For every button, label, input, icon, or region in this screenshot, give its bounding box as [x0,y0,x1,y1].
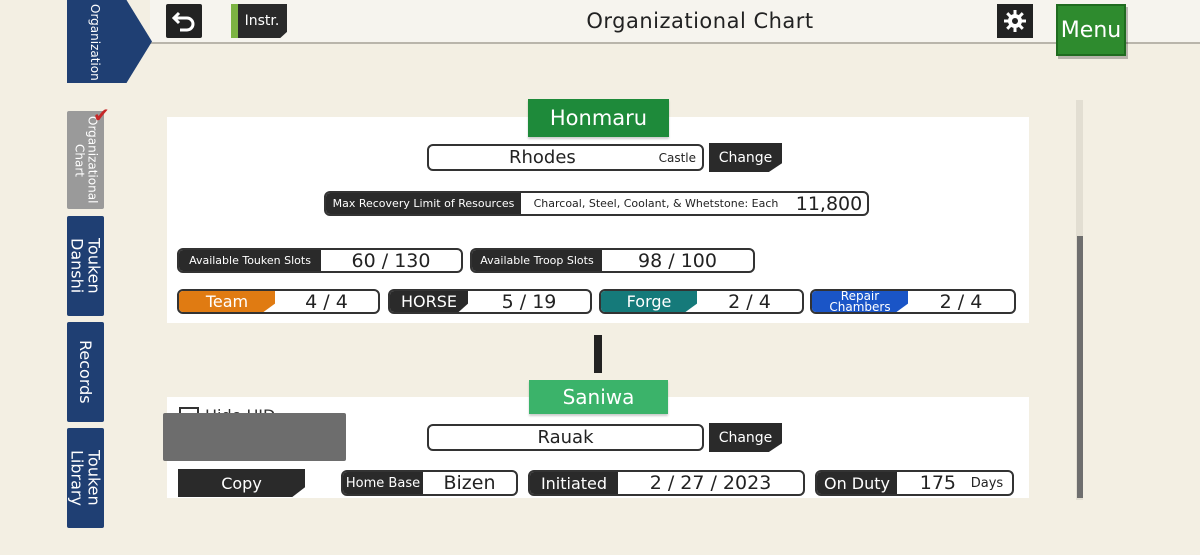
initiated-value: 2 / 27 / 2023 [649,472,772,494]
honmaru-title: Honmaru [528,99,669,137]
settings-button[interactable] [997,4,1033,38]
organization-tab-label: Organization [88,3,102,81]
saniwa-name-field: Rauak [427,424,704,451]
home-base-value: Bizen [443,472,496,494]
forge-label: Forge [601,291,697,312]
on-duty-value: 175 [919,472,956,494]
castle-name-field: Rhodes Castle [427,144,704,171]
castle-suffix: Castle [658,151,696,165]
forge-value: 2 / 4 [728,290,771,313]
saniwa-name: Rauak [537,427,594,448]
on-duty-field: On Duty 175 Days [815,470,1014,496]
instructions-tab-accent [231,4,238,38]
back-button[interactable] [166,4,202,38]
team-label: Team [179,291,275,312]
horse-count-field: HORSE 5 / 19 [388,289,592,314]
team-value: 4 / 4 [305,290,348,313]
saniwa-title: Saniwa [529,380,668,414]
menu-button[interactable]: Menu [1056,4,1126,56]
change-saniwa-button[interactable]: Change [709,423,782,452]
organization-tab[interactable]: Organization [67,0,152,83]
home-base-label: Home Base [343,472,423,494]
home-base-field: Home Base Bizen [341,470,518,496]
repair-label: Repair Chambers [812,291,908,312]
resources-label: Max Recovery Limit of Resources [326,193,521,214]
forge-count-field: Forge 2 / 4 [599,289,804,314]
touken-slots-value: 60 / 130 [351,249,431,272]
resources-limit-field: Max Recovery Limit of Resources Charcoal… [324,191,869,216]
initiated-field: Initiated 2 / 27 / 2023 [528,470,805,496]
checkmark-icon: ✔ [93,103,110,127]
sidebar-item-label: Records [76,340,95,404]
scrollbar-thumb[interactable] [1077,236,1083,498]
touken-slots-field: Available Touken Slots 60 / 130 [177,248,463,273]
team-count-field: Team 4 / 4 [177,289,380,314]
initiated-label: Initiated [530,472,618,494]
sidebar-item-label: Touken Library [67,450,104,506]
horse-value: 5 / 19 [501,290,557,313]
castle-name: Rhodes [509,147,576,168]
sidebar-item-label: Touken Danshi [67,238,104,294]
chart-connector [594,335,602,373]
sidebar-item-records[interactable]: Records [67,322,104,422]
repair-value: 2 / 4 [939,290,983,313]
page-title: Organizational Chart [586,9,814,33]
horse-label: HORSE [390,291,468,312]
sidebar-item-touken-danshi[interactable]: Touken Danshi [67,216,104,316]
instructions-label: Instr. [244,13,280,29]
copy-button[interactable]: Copy [178,469,305,497]
touken-slots-label: Available Touken Slots [179,250,321,271]
on-duty-label: On Duty [817,472,897,494]
redacted-area [163,413,346,461]
gear-icon [1004,10,1026,32]
change-castle-button[interactable]: Change [709,143,782,172]
resources-value: 11,800 [795,192,863,215]
troop-slots-label: Available Troop Slots [472,250,602,271]
sidebar-item-touken-library[interactable]: Touken Library [67,428,104,528]
on-duty-unit: Days [970,475,1004,491]
troop-slots-value: 98 / 100 [638,249,717,272]
back-arrow-icon [172,11,195,32]
instructions-button[interactable]: Instr. [231,4,287,38]
repair-chambers-field: Repair Chambers 2 / 4 [810,289,1016,314]
header-bar: Organizational Chart [150,0,1200,44]
resources-description: Charcoal, Steel, Coolant, & Whetstone: E… [533,197,779,210]
troop-slots-field: Available Troop Slots 98 / 100 [470,248,755,273]
